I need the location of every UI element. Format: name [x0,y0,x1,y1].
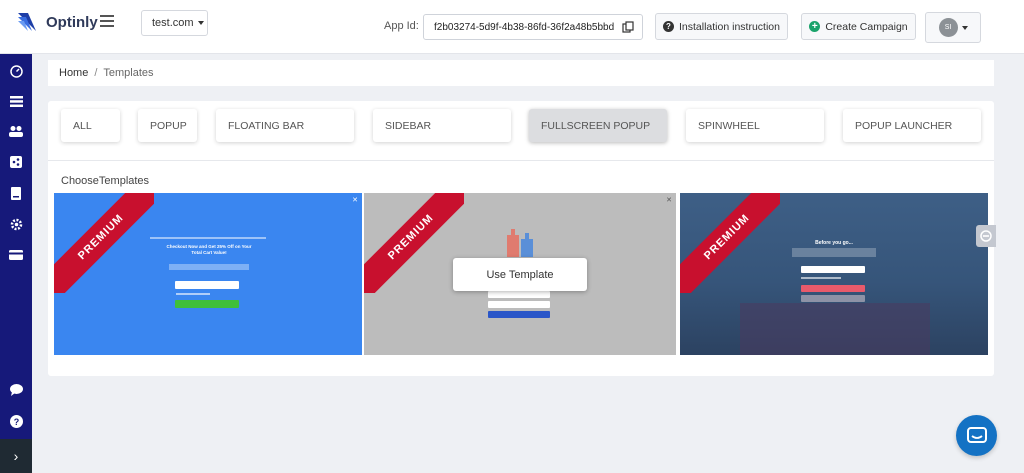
section-title: ChooseTemplates [61,175,150,187]
list-icon[interactable] [8,93,24,109]
preview-headline: Before you go... [815,240,853,246]
templates-panel: ALL POPUP FLOATING BAR SIDEBAR FULLSCREE… [48,101,994,376]
preview-button [801,285,865,292]
help-icon[interactable]: ? [8,413,24,429]
close-icon: ✕ [666,197,672,204]
preview-line [176,293,210,295]
caret-down-icon [961,25,968,30]
sidebar: ? › [0,54,32,473]
expand-sidebar-icon[interactable]: › [0,439,32,473]
preview-input [488,301,550,308]
tab-label: SPINWHEEL [698,119,760,132]
caret-down-icon [197,21,204,25]
tab-label: SIDEBAR [385,119,432,132]
installation-instruction-button[interactable]: ? Installation instruction [655,13,788,40]
preview-input [175,281,239,289]
use-template-button[interactable]: Use Template [453,258,587,291]
tab-label: ALL [73,119,92,132]
close-icon: ✕ [352,197,358,204]
top-header: Optinly test.com App Id: f2b03274-5d9f-4… [0,0,1024,54]
preview-input [801,266,865,273]
chat-launcher-button[interactable] [956,415,997,456]
dashboard-icon[interactable] [8,63,24,79]
premium-badge: PREMIUM [364,193,464,293]
preview-line [801,277,841,279]
app-id-field[interactable]: f2b03274-5d9f-4b38-86fd-36f2a48b5bbd [423,14,643,40]
preview-line [792,248,876,257]
template-card[interactable]: PREMIUM Before you go... [680,193,988,355]
tab-floating-bar[interactable]: FLOATING BAR [216,109,354,142]
logo-icon [18,13,36,31]
preview-button [488,311,550,318]
sofa-shape [740,303,930,355]
brand-name: Optinly [46,13,98,31]
template-card[interactable]: PREMIUM ✕ Checkout Now and Get 25% Off o… [54,193,362,355]
tab-label: POPUP [150,119,187,132]
preview-button [801,295,865,302]
preview-button [175,300,239,308]
premium-ribbon: PREMIUM [54,193,154,293]
svg-text:?: ? [13,417,19,427]
installation-instruction-label: Installation instruction [679,20,780,33]
toggle-icon [980,230,992,242]
premium-badge: PREMIUM [54,193,154,293]
credit-card-icon[interactable] [8,247,24,263]
gift-icon [507,229,533,257]
chat-bubble-icon[interactable] [8,382,24,398]
side-panel-toggle[interactable] [976,225,996,247]
site-selector-label: test.com [152,17,194,29]
document-icon[interactable] [8,185,24,201]
premium-ribbon: PREMIUM [680,193,780,293]
users-icon[interactable] [8,123,24,139]
preview-input [488,291,550,298]
site-selector[interactable]: test.com [141,10,208,36]
breadcrumb-current: Templates [103,67,154,79]
chat-icon [966,426,987,443]
app-id-value: f2b03274-5d9f-4b38-86fd-36f2a48b5bbd [434,21,615,33]
tab-popup-launcher[interactable]: POPUP LAUNCHER [843,109,981,142]
create-campaign-label: Create Campaign [825,20,908,33]
avatar: SI [938,18,958,37]
tab-fullscreen-popup[interactable]: FULLSCREEN POPUP [529,109,667,142]
user-menu[interactable]: SI [925,12,981,43]
premium-badge: PREMIUM [680,193,780,293]
question-icon: ? [663,21,674,32]
tab-label: FLOATING BAR [228,119,305,132]
gear-icon[interactable] [8,216,24,232]
premium-ribbon: PREMIUM [364,193,464,293]
template-card[interactable]: PREMIUM ✕ Use Template [364,193,676,355]
preview-line [169,264,249,270]
preview-line [150,237,266,239]
create-campaign-button[interactable]: + Create Campaign [801,13,916,40]
tab-label: FULLSCREEN POPUP [541,119,651,132]
tab-sidebar[interactable]: SIDEBAR [373,109,511,142]
menu-toggle-icon[interactable] [100,15,114,27]
tab-label: POPUP LAUNCHER [855,119,953,132]
brand-logo[interactable]: Optinly [16,11,98,33]
preview-headline: Checkout Now and Get 25% Off on Your Tot… [166,244,252,255]
tab-all[interactable]: ALL [61,109,120,142]
breadcrumb-separator: / [94,67,98,79]
share-icon[interactable] [8,154,24,170]
template-type-tabs: ALL POPUP FLOATING BAR SIDEBAR FULLSCREE… [48,101,994,161]
tab-spinwheel[interactable]: SPINWHEEL [686,109,824,142]
copy-icon[interactable] [622,21,634,33]
use-template-label: Use Template [486,268,554,281]
breadcrumb: Home / Templates [48,60,994,86]
breadcrumb-home[interactable]: Home [59,67,88,79]
app-id-label: App Id: [384,20,419,32]
tab-popup[interactable]: POPUP [138,109,197,142]
plus-icon: + [809,21,821,32]
